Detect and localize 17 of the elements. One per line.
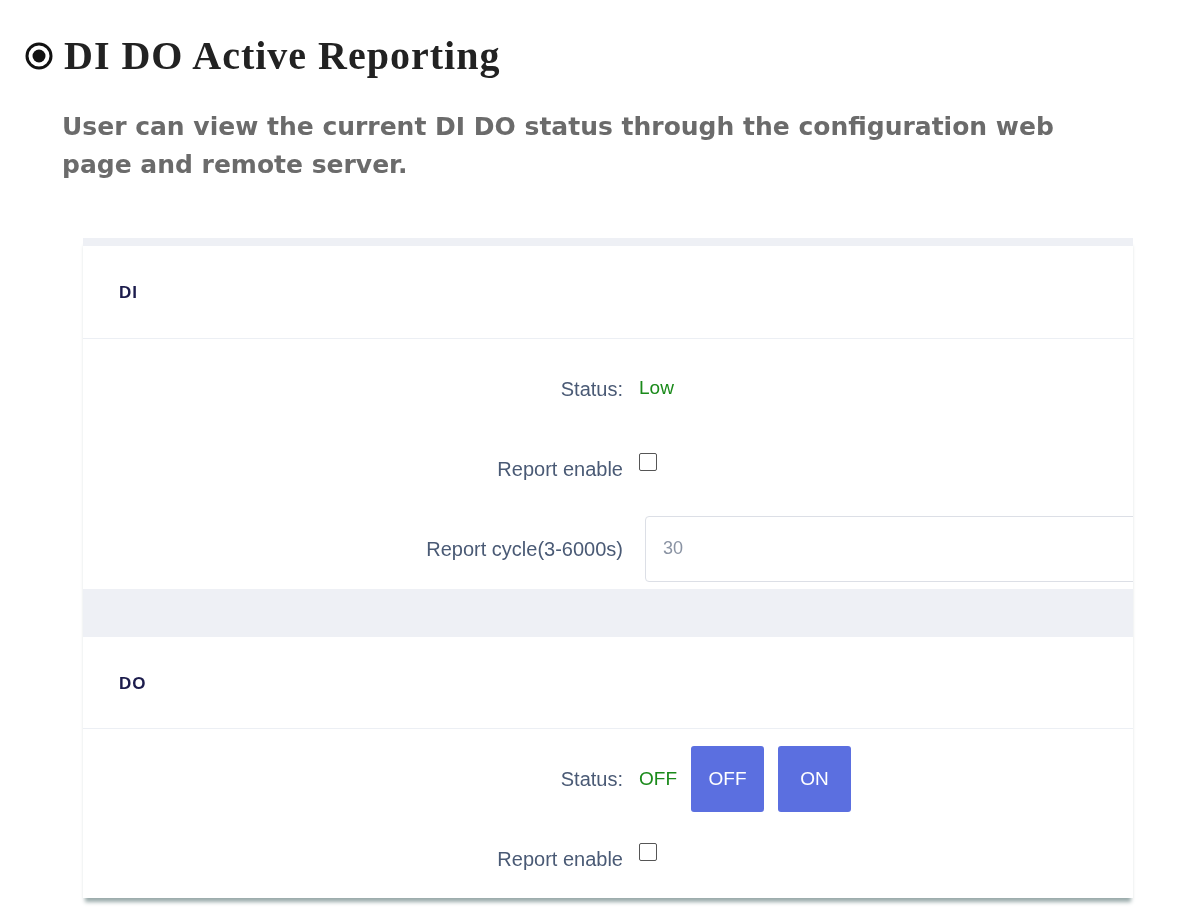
checkbox[interactable] xyxy=(639,452,657,471)
field-label: Status: xyxy=(559,376,623,402)
status-button[interactable]: ON xyxy=(778,746,851,812)
field-label: Report cycle(3-6000s) xyxy=(425,536,623,562)
page-title: DI DO Active Reporting xyxy=(64,32,501,80)
description: User can view the current DI DO status through the configuration web page and remote server. xyxy=(62,111,1055,181)
radio-icon xyxy=(24,41,54,71)
status-value: OFF xyxy=(639,766,677,791)
input-field[interactable]: 30 xyxy=(645,515,1133,582)
field-label: Report enable xyxy=(496,456,623,482)
checkbox[interactable] xyxy=(639,843,657,861)
status-value: Low xyxy=(639,376,674,401)
field-label: Status: xyxy=(559,767,623,792)
field-label: Report enable xyxy=(496,847,623,872)
section-title: DO xyxy=(83,636,1133,729)
section-title: DI xyxy=(83,246,1133,339)
status-button[interactable]: OFF xyxy=(691,746,764,812)
